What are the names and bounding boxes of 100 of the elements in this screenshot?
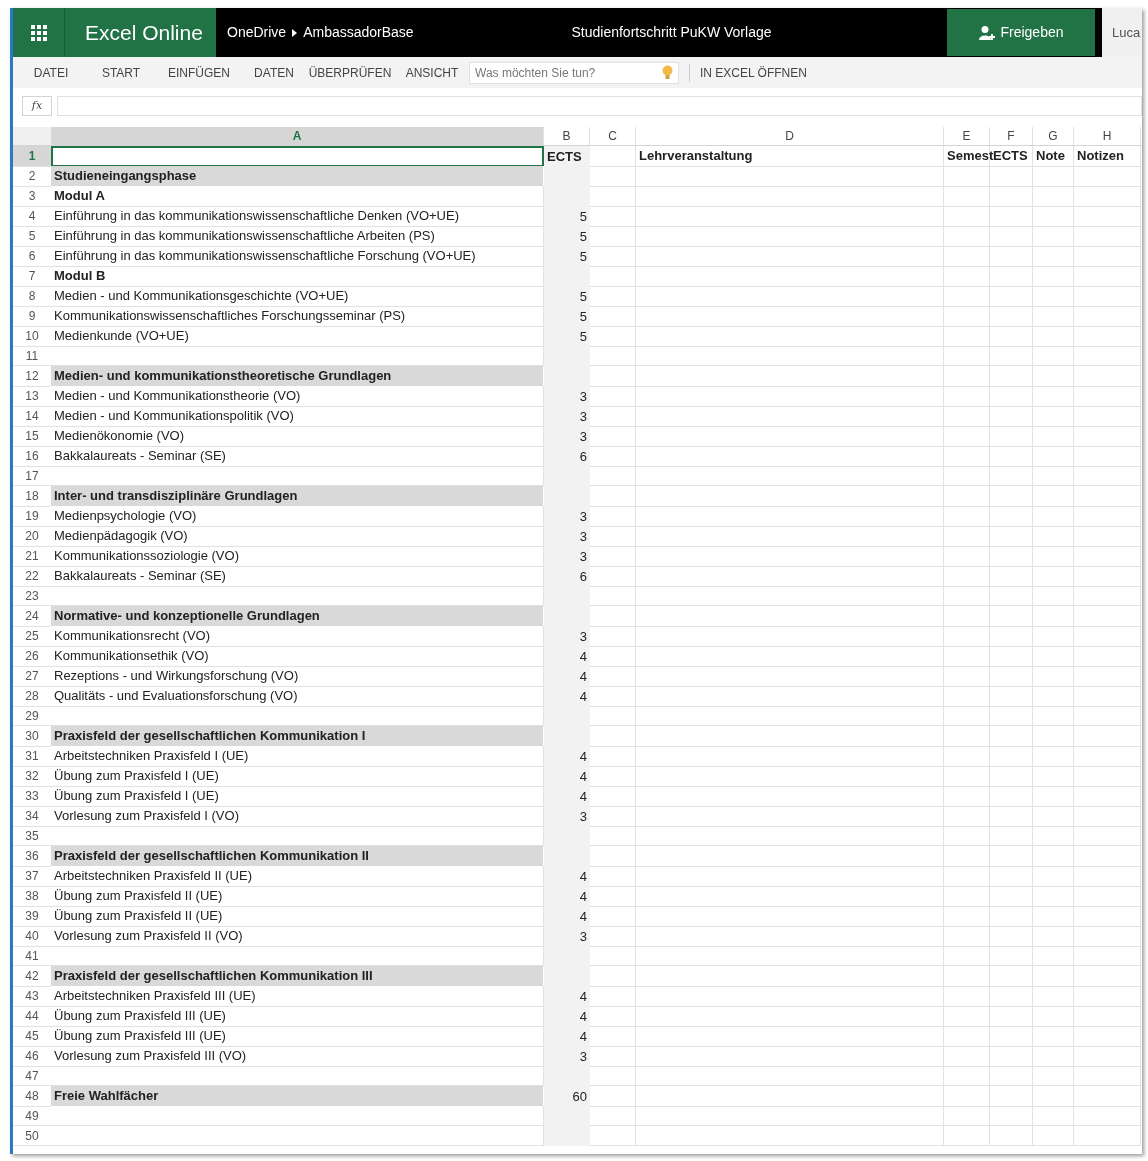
table-cell: 4 [544,686,590,707]
ribbon-tab[interactable]: ANSICHT [397,63,467,82]
ribbon-tab[interactable]: DATEI [13,63,89,82]
row-header[interactable]: 16 [13,446,51,467]
row-header[interactable]: 19 [13,506,51,527]
table-cell [1033,266,1074,287]
table-cell [944,366,990,387]
row-header[interactable]: 6 [13,246,51,267]
table-cell [590,426,636,447]
row-header[interactable]: 37 [13,866,51,887]
row-header[interactable]: 34 [13,806,51,827]
row-header[interactable]: 35 [13,826,51,846]
table-cell [944,1026,990,1047]
share-button[interactable]: Freigeben [947,9,1095,56]
row-header[interactable]: 29 [13,706,51,726]
table-cell [990,646,1033,667]
row-header[interactable]: 43 [13,986,51,1007]
row-header[interactable]: 1 [13,146,51,167]
column-heading-cell: ECTS [544,146,590,167]
table-cell [1033,466,1074,486]
formula-input-field[interactable] [57,96,1142,116]
row-header[interactable]: 10 [13,326,51,347]
row-header[interactable]: 3 [13,186,51,207]
table-cell [944,626,990,647]
row-header[interactable]: 28 [13,686,51,707]
row-header[interactable]: 9 [13,306,51,327]
table-cell [1074,366,1141,387]
row-header[interactable]: 15 [13,426,51,447]
search-field[interactable]: Was möchten Sie tun? [469,61,679,84]
row-header[interactable]: 45 [13,1026,51,1047]
row-header[interactable]: 4 [13,206,51,227]
table-cell: Rezeptions - und Wirkungsforschung (VO) [51,666,544,687]
table-cell [990,566,1033,587]
table-cell [944,1006,990,1027]
app-launcher-button[interactable] [13,8,65,57]
breadcrumb-link[interactable]: OneDrive [227,22,287,43]
table-cell [1033,1086,1074,1107]
section-heading-cell: Freie Wahlfächer [51,1086,544,1107]
table-cell [990,606,1033,627]
ribbon-tab[interactable]: START [89,63,153,82]
table-cell: 3 [544,426,590,447]
table-cell [1033,886,1074,907]
table-cell [590,266,636,287]
row-header[interactable]: 41 [13,946,51,966]
row-header[interactable]: 27 [13,666,51,687]
table-cell [590,726,636,747]
row-header[interactable]: 5 [13,226,51,247]
ribbon-tab[interactable]: DATEN [245,63,303,82]
table-cell [944,646,990,667]
table-cell [590,486,636,507]
table-cell [1074,886,1141,907]
open-in-excel-tab[interactable]: IN EXCEL ÖFFNEN [700,63,807,82]
table-cell [1074,406,1141,427]
row-header[interactable]: 38 [13,886,51,907]
row-header[interactable]: 40 [13,926,51,947]
table-cell [990,666,1033,687]
insert-function-button[interactable]: fx [22,96,52,116]
ribbon-tab[interactable]: EINFÜGEN [153,63,245,82]
row-header[interactable]: 8 [13,286,51,307]
table-cell [990,286,1033,307]
row-header[interactable]: 7 [13,266,51,287]
table-cell [1033,186,1074,207]
row-header[interactable]: 31 [13,746,51,767]
breadcrumb-link[interactable]: AmbassadorBase [303,22,414,43]
row-header[interactable]: 11 [13,346,51,366]
table-cell [990,906,1033,927]
search-input[interactable]: Was möchten Sie tun? [475,63,662,82]
table-cell [944,406,990,427]
table-cell: Medien - und Kommunikationstheorie (VO) [51,386,544,407]
row-header[interactable]: 50 [13,1126,51,1146]
row-header[interactable]: 14 [13,406,51,427]
active-cell[interactable] [51,146,544,167]
row-header[interactable]: 46 [13,1046,51,1067]
column-header[interactable]: A [51,127,544,145]
row-header[interactable]: 39 [13,906,51,927]
table-cell [1033,946,1074,966]
row-header[interactable]: 13 [13,386,51,407]
row-header[interactable]: 49 [13,1106,51,1126]
row-header[interactable]: 44 [13,1006,51,1027]
row-header[interactable]: 21 [13,546,51,567]
table-cell: Medienkunde (VO+UE) [51,326,544,347]
table-cell [990,326,1033,347]
ribbon-tab[interactable]: ÜBERPRÜFEN [303,63,397,82]
row-header[interactable]: 32 [13,766,51,787]
row-header[interactable]: 25 [13,626,51,647]
table-cell [1033,746,1074,767]
table-cell [1033,566,1074,587]
row-header[interactable]: 20 [13,526,51,547]
table-cell [1033,586,1074,606]
table-cell [1033,166,1074,187]
row-header[interactable]: 47 [13,1066,51,1086]
table-cell [1074,166,1141,187]
row-header[interactable]: 26 [13,646,51,667]
table-cell [590,766,636,787]
row-header[interactable]: 22 [13,566,51,587]
table-cell [990,226,1033,247]
row-header[interactable]: 23 [13,586,51,606]
row-header[interactable]: 33 [13,786,51,807]
table-cell [1033,1046,1074,1067]
row-header[interactable]: 17 [13,466,51,486]
